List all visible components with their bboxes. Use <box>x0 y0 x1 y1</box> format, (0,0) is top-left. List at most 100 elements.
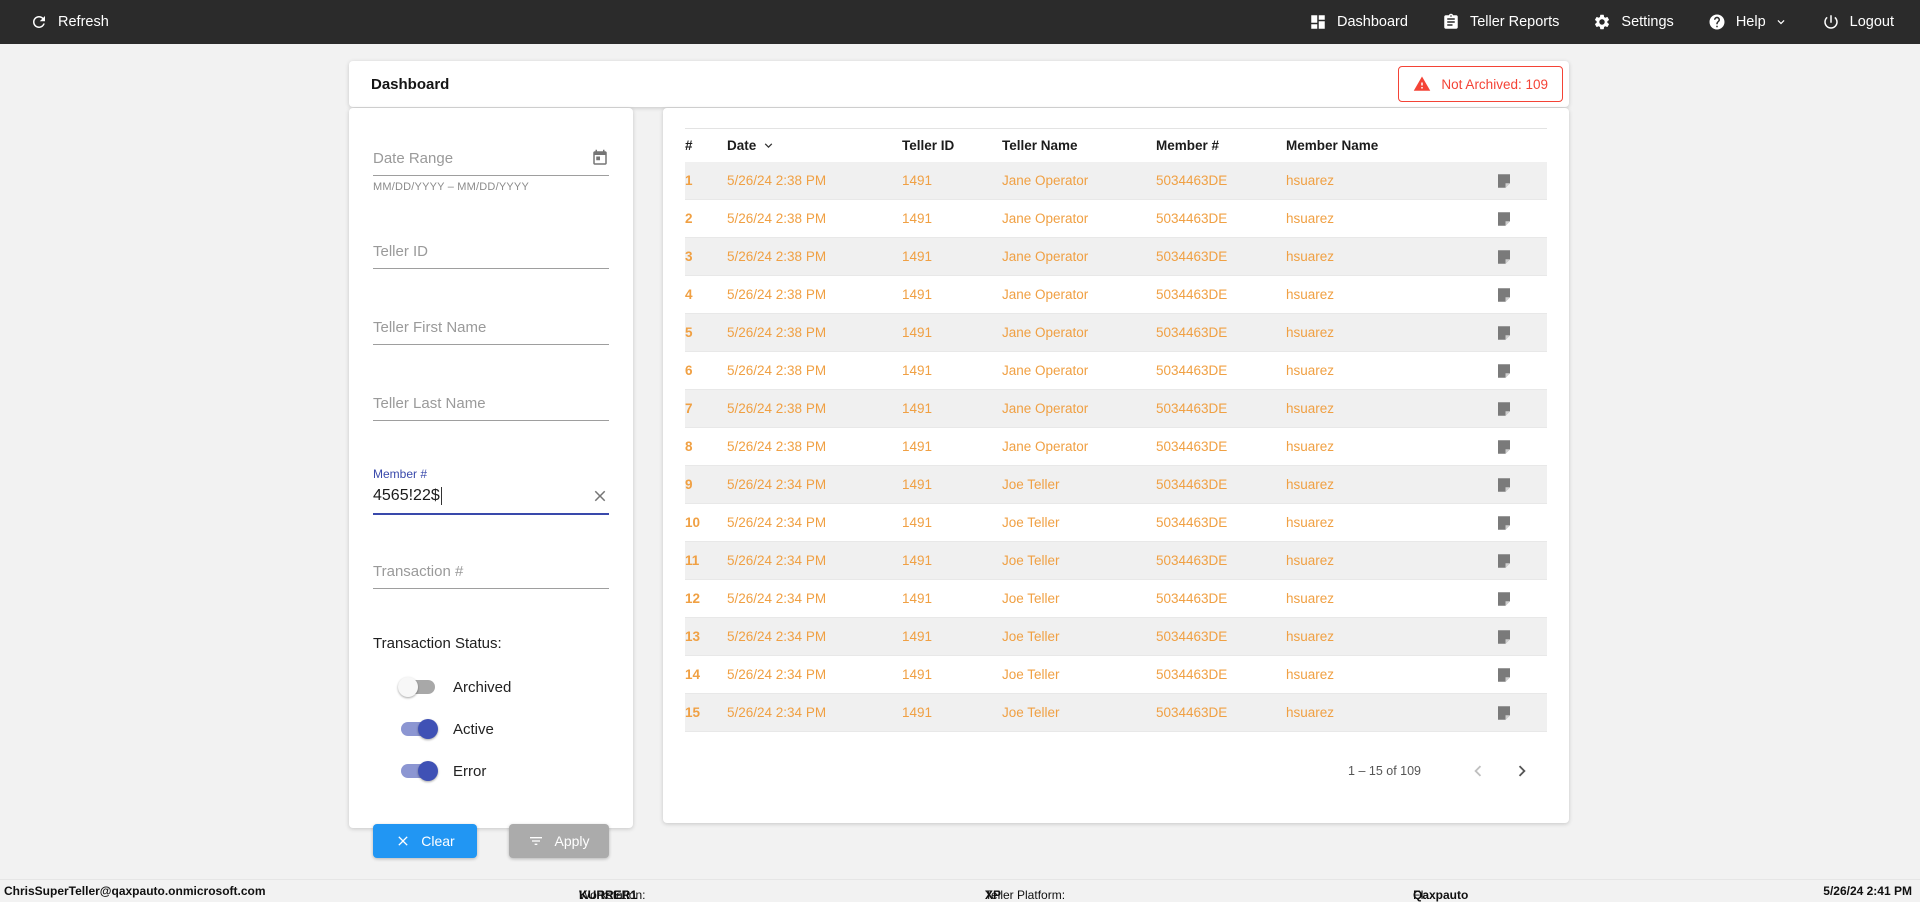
table-row[interactable]: 10 5/26/24 2:34 PM 1491 Joe Teller 5034463DE… <box>685 504 1547 542</box>
reports-icon <box>1444 13 1458 29</box>
col-number[interactable]: # <box>685 138 727 153</box>
transaction-number-field[interactable]: Transaction # <box>373 559 609 589</box>
toggle-knob <box>418 761 438 781</box>
note-icon[interactable] <box>1495 438 1513 456</box>
note-icon[interactable] <box>1495 552 1513 570</box>
cell-member-name: hsuarez <box>1286 591 1335 606</box>
status-toggle-active[interactable]: Active <box>401 718 609 740</box>
table-row[interactable]: 5 5/26/24 2:38 PM 1491 Jane Operator 5034463… <box>685 314 1547 352</box>
note-icon[interactable] <box>1495 666 1513 684</box>
cell-member-name: hsuarez <box>1286 477 1335 492</box>
cell-member-name: hsuarez <box>1286 249 1335 264</box>
cell-member-number: 5034463DE <box>1156 249 1228 264</box>
nav-logout-label: Logout <box>1849 14 1894 30</box>
note-icon[interactable] <box>1495 514 1513 532</box>
note-icon[interactable] <box>1495 628 1513 646</box>
date-range-format-hint: MM/DD/YYYY – MM/DD/YYYY <box>373 181 529 193</box>
table-row[interactable]: 7 5/26/24 2:38 PM 1491 Jane Operator 5034463… <box>685 390 1547 428</box>
status-bar: ChrisSuperTeller@qaxpauto.onmicrosoft.co… <box>0 879 1920 902</box>
col-member-number[interactable]: Member # <box>1156 138 1286 153</box>
not-archived-badge[interactable]: Not Archived: 109 <box>1398 66 1563 102</box>
refresh-icon <box>33 16 45 28</box>
table-row[interactable]: 6 5/26/24 2:38 PM 1491 Jane Operator 5034463… <box>685 352 1547 390</box>
toggle-track <box>398 677 435 697</box>
table-row[interactable]: 13 5/26/24 2:34 PM 1491 Joe Teller 5034463DE… <box>685 618 1547 656</box>
nav-dashboard[interactable]: Dashboard <box>1309 13 1408 31</box>
row-number: 14 <box>685 667 701 682</box>
cell-member-name: hsuarez <box>1286 553 1335 568</box>
filter-actions: Clear Apply <box>373 824 609 858</box>
teller-first-name-field[interactable]: Teller First Name <box>373 315 609 345</box>
cell-teller-id: 1491 <box>902 363 933 378</box>
table-row[interactable]: 9 5/26/24 2:34 PM 1491 Joe Teller 5034463DE h… <box>685 466 1547 504</box>
pagination: 1 – 15 of 109 <box>685 760 1547 782</box>
note-icon[interactable] <box>1495 210 1513 228</box>
teller-id-field[interactable]: Teller ID <box>373 239 609 269</box>
cell-date: 5/26/24 2:34 PM <box>727 667 827 682</box>
table-row[interactable]: 1 5/26/24 2:38 PM 1491 Jane Operator 5034463… <box>685 162 1547 200</box>
nav-logout[interactable]: Logout <box>1822 13 1894 31</box>
table-row[interactable]: 4 5/26/24 2:38 PM 1491 Jane Operator 5034463… <box>685 276 1547 314</box>
table-row[interactable]: 2 5/26/24 2:38 PM 1491 Jane Operator 5034463… <box>685 200 1547 238</box>
note-icon[interactable] <box>1495 172 1513 190</box>
note-icon[interactable] <box>1495 248 1513 266</box>
date-range-field[interactable]: Date Range MM/DD/YYYY – MM/DD/YYYY <box>373 146 609 193</box>
prev-page-button[interactable] <box>1467 760 1489 782</box>
cell-member-name: hsuarez <box>1286 629 1335 644</box>
note-icon[interactable] <box>1495 362 1513 380</box>
cell-date: 5/26/24 2:34 PM <box>727 629 827 644</box>
cell-teller-name: Jane Operator <box>1002 173 1089 188</box>
teller-last-name-field[interactable]: Teller Last Name <box>373 391 609 421</box>
cell-date: 5/26/24 2:34 PM <box>727 515 827 530</box>
cell-teller-name: Joe Teller <box>1002 629 1060 644</box>
cell-teller-id: 1491 <box>902 249 933 264</box>
table-row[interactable]: 14 5/26/24 2:34 PM 1491 Joe Teller 5034463DE… <box>685 656 1547 694</box>
cell-date: 5/26/24 2:34 PM <box>727 553 827 568</box>
col-date[interactable]: Date <box>727 138 902 153</box>
col-teller-id[interactable]: Teller ID <box>902 138 1002 153</box>
cell-date: 5/26/24 2:38 PM <box>727 363 827 378</box>
row-number: 11 <box>685 553 700 568</box>
member-number-field[interactable]: Member # 4565!22$ <box>373 467 609 515</box>
chevron-down-icon <box>1777 20 1785 25</box>
table-row[interactable]: 12 5/26/24 2:34 PM 1491 Joe Teller 5034463DE… <box>685 580 1547 618</box>
table-row[interactable]: 3 5/26/24 2:38 PM 1491 Jane Operator 5034463… <box>685 238 1547 276</box>
teller-first-name-placeholder: Teller First Name <box>373 318 487 336</box>
cell-teller-name: Jane Operator <box>1002 363 1089 378</box>
next-page-button[interactable] <box>1511 760 1533 782</box>
note-icon[interactable] <box>1495 476 1513 494</box>
note-icon[interactable] <box>1495 704 1513 722</box>
calendar-icon[interactable] <box>591 149 609 167</box>
cell-date: 5/26/24 2:38 PM <box>727 439 827 454</box>
top-nav: Refresh Dashboard Teller Reports Setting… <box>0 0 1920 44</box>
table-row[interactable]: 15 5/26/24 2:34 PM 1491 Joe Teller 5034463DE… <box>685 694 1547 732</box>
col-teller-name[interactable]: Teller Name <box>1002 138 1156 153</box>
cell-teller-id: 1491 <box>902 515 933 530</box>
apply-button[interactable]: Apply <box>509 824 609 858</box>
note-icon[interactable] <box>1495 400 1513 418</box>
cell-teller-id: 1491 <box>902 287 933 302</box>
nav-help[interactable]: Help <box>1708 13 1788 31</box>
table-row[interactable]: 11 5/26/24 2:34 PM 1491 Joe Teller 5034463DE… <box>685 542 1547 580</box>
clear-button[interactable]: Clear <box>373 824 477 858</box>
status-toggle-archived[interactable]: Archived <box>398 676 609 698</box>
note-icon[interactable] <box>1495 324 1513 342</box>
table-row[interactable]: 8 5/26/24 2:38 PM 1491 Jane Operator 5034463… <box>685 428 1547 466</box>
refresh-button[interactable]: Refresh <box>30 13 109 31</box>
cell-teller-id: 1491 <box>902 325 933 340</box>
nav-settings[interactable]: Settings <box>1593 13 1674 31</box>
nav-teller-reports[interactable]: Teller Reports <box>1442 13 1559 31</box>
col-member-name[interactable]: Member Name <box>1286 138 1461 153</box>
note-icon[interactable] <box>1495 590 1513 608</box>
status-toggle-error[interactable]: Error <box>401 760 609 782</box>
close-icon <box>398 836 408 846</box>
cell-teller-name: Jane Operator <box>1002 287 1089 302</box>
clear-member-icon[interactable] <box>591 487 609 505</box>
note-icon[interactable] <box>1495 286 1513 304</box>
cell-member-name: hsuarez <box>1286 705 1335 720</box>
cell-member-name: hsuarez <box>1286 287 1335 302</box>
cell-member-name: hsuarez <box>1286 325 1335 340</box>
nav-settings-label: Settings <box>1621 14 1674 30</box>
cell-teller-id: 1491 <box>902 211 933 226</box>
cell-member-number: 5034463DE <box>1156 705 1228 720</box>
